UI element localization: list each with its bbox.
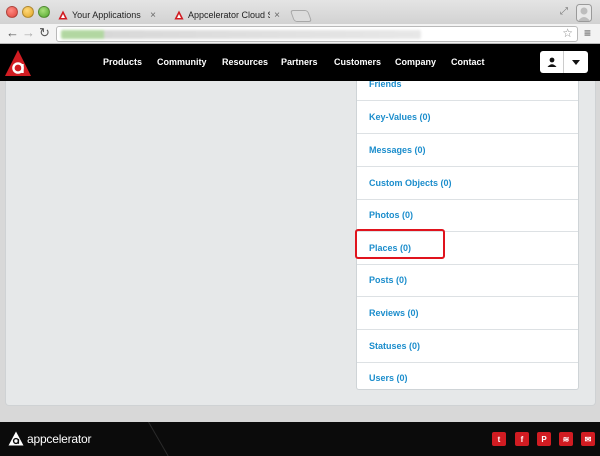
reload-icon[interactable]: ↻ [39,26,50,40]
object-link-reviews[interactable]: Reviews (0) [369,308,419,318]
list-item[interactable]: Custom Objects (0) [357,167,578,200]
object-link-key-values[interactable]: Key-Values (0) [369,112,431,122]
appcelerator-favicon-icon [174,10,184,20]
list-item[interactable]: Friends [357,81,578,101]
object-list-panel: Friends Key-Values (0) Messages (0) Cust… [356,81,579,390]
browser-tab-cloud-services[interactable]: Appcelerator Cloud Service × [168,5,288,25]
twitter-icon[interactable]: t [492,432,506,446]
browser-tab-your-applications[interactable]: Your Applications × [52,5,164,25]
nav-products[interactable]: Products [103,57,142,67]
browser-tab-strip: Your Applications × Appcelerator Cloud S… [0,0,600,24]
nav-customers[interactable]: Customers [334,57,381,67]
user-menu-button[interactable] [540,51,588,73]
list-item[interactable]: Places (0) [357,232,578,265]
back-arrow-icon[interactable]: ← [6,26,19,40]
object-link-posts[interactable]: Posts (0) [369,275,407,285]
footer-divider [148,422,179,456]
rss-icon[interactable]: ≋ [559,432,573,446]
list-item[interactable]: Statuses (0) [357,330,578,363]
fullscreen-icon[interactable]: ⤢ [560,6,568,17]
tab-title: Your Applications [72,10,141,20]
forward-arrow-icon[interactable]: → [22,26,35,40]
object-link-friends[interactable]: Friends [369,81,402,89]
user-dropdown-toggle[interactable] [564,51,588,73]
object-link-statuses[interactable]: Statuses (0) [369,341,420,351]
profile-icon[interactable] [576,4,592,22]
list-item[interactable]: Photos (0) [357,199,578,232]
appcelerator-favicon-icon [58,10,68,20]
nav-contact[interactable]: Contact [451,57,485,67]
footer-brand-name: appcelerator [27,431,92,446]
appcelerator-logo-icon[interactable] [4,49,32,77]
user-icon-part[interactable] [540,51,564,73]
window-zoom-button[interactable] [38,6,50,18]
user-icon [547,57,556,67]
list-item[interactable]: Reviews (0) [357,297,578,330]
appcelerator-logo-icon [8,431,24,446]
tab-close-icon[interactable]: × [274,10,280,21]
email-icon[interactable]: ✉ [581,432,595,446]
object-link-users[interactable]: Users (0) [369,373,408,383]
nav-company[interactable]: Company [395,57,436,67]
browser-toolbar: ← → ↻ ☆ ≡ [0,24,600,44]
pinterest-icon[interactable]: P [537,432,551,446]
window-close-button[interactable] [6,6,18,18]
object-link-places[interactable]: Places (0) [369,243,411,253]
new-tab-button[interactable] [289,10,313,22]
object-link-messages[interactable]: Messages (0) [369,145,426,155]
list-item[interactable]: Users (0) [357,362,578,389]
tab-close-icon[interactable]: × [150,10,156,21]
nav-partners[interactable]: Partners [281,57,318,67]
browser-menu-icon[interactable]: ≡ [584,27,591,39]
list-item[interactable]: Key-Values (0) [357,101,578,134]
address-bar[interactable]: ☆ [56,26,578,42]
object-link-custom-objects[interactable]: Custom Objects (0) [369,178,452,188]
address-url-redacted [61,30,421,39]
object-link-photos[interactable]: Photos (0) [369,210,413,220]
nav-community[interactable]: Community [157,57,207,67]
facebook-icon[interactable]: f [515,432,529,446]
window-minimize-button[interactable] [22,6,34,18]
caret-down-icon [572,59,580,65]
footer-logo[interactable]: appcelerator [8,431,92,446]
list-item[interactable]: Messages (0) [357,134,578,167]
nav-resources[interactable]: Resources [222,57,268,67]
tab-title: Appcelerator Cloud Service [188,10,270,20]
bookmark-star-icon[interactable]: ☆ [562,26,573,40]
list-item[interactable]: Posts (0) [357,264,578,297]
